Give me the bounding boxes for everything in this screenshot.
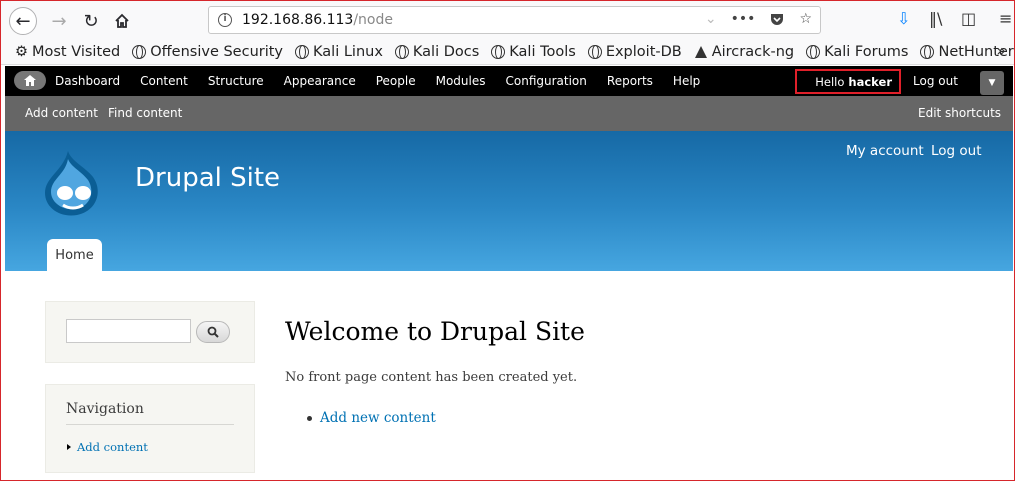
admin-menu: Dashboard Content Structure Appearance P… bbox=[55, 66, 720, 96]
menu-icon[interactable]: ≡ bbox=[999, 9, 1012, 28]
reload-icon: ↻ bbox=[83, 10, 99, 32]
bookmark-kali-tools[interactable]: Kali Tools bbox=[491, 44, 576, 60]
more-bookmarks-button[interactable]: » bbox=[996, 41, 1006, 60]
page-title: Welcome to Drupal Site bbox=[285, 317, 585, 346]
arrow-right-icon: → bbox=[51, 10, 67, 32]
caret-down-icon: ▼ bbox=[988, 78, 996, 88]
admin-home-button[interactable] bbox=[14, 71, 46, 90]
globe-icon bbox=[920, 44, 935, 59]
navigation-block: Navigation Add content bbox=[45, 384, 255, 473]
gear-icon: ⚙ bbox=[15, 43, 28, 60]
forward-button[interactable]: → bbox=[45, 7, 73, 35]
bookmark-exploit-db[interactable]: Exploit-DB bbox=[587, 44, 682, 60]
library-icon[interactable]: ‖\ bbox=[929, 9, 942, 28]
admin-toolbar: Dashboard Content Structure Appearance P… bbox=[5, 66, 1013, 96]
add-new-content-link[interactable]: Add new content bbox=[320, 410, 436, 426]
edit-shortcuts-link[interactable]: Edit shortcuts bbox=[918, 106, 1001, 120]
search-icon bbox=[207, 326, 219, 338]
admin-menu-content[interactable]: Content bbox=[140, 74, 188, 88]
admin-menu-structure[interactable]: Structure bbox=[208, 74, 264, 88]
url-bar[interactable]: i 192.168.86.113/node ⌄ ••• ☆ bbox=[208, 6, 821, 34]
bookmark-aircrack-ng[interactable]: Aircrack-ng bbox=[694, 44, 794, 60]
url-text: 192.168.86.113/node bbox=[242, 12, 393, 28]
add-new-content-item: Add new content bbox=[307, 410, 436, 426]
toolbar-toggle-button[interactable]: ▼ bbox=[980, 71, 1004, 95]
globe-icon bbox=[132, 44, 147, 59]
globe-icon bbox=[394, 44, 409, 59]
shortcut-find-content[interactable]: Find content bbox=[108, 106, 182, 120]
bookmark-kali-linux[interactable]: Kali Linux bbox=[295, 44, 383, 60]
admin-menu-reports[interactable]: Reports bbox=[607, 74, 653, 88]
header-logout-link[interactable]: Log out bbox=[931, 143, 982, 159]
home-button[interactable] bbox=[108, 7, 136, 35]
admin-menu-people[interactable]: People bbox=[376, 74, 416, 88]
tab-home[interactable]: Home bbox=[47, 239, 102, 271]
page-actions-icon[interactable]: ••• bbox=[731, 11, 756, 27]
bookmark-kali-forums[interactable]: Kali Forums bbox=[806, 44, 908, 60]
chevron-down-icon[interactable]: ⌄ bbox=[705, 11, 717, 27]
download-icon[interactable]: ⇩ bbox=[897, 9, 910, 28]
triangle-right-icon bbox=[67, 444, 71, 450]
globe-icon bbox=[491, 44, 506, 59]
username: hacker bbox=[848, 74, 892, 89]
pocket-icon[interactable] bbox=[769, 11, 785, 27]
search-input[interactable] bbox=[66, 319, 191, 343]
bookmark-most-visited[interactable]: ⚙ Most Visited bbox=[15, 44, 120, 60]
admin-menu-help[interactable]: Help bbox=[673, 74, 700, 88]
site-name[interactable]: Drupal Site bbox=[135, 163, 280, 193]
my-account-link[interactable]: My account bbox=[846, 143, 924, 159]
nav-item-add-content[interactable]: Add content bbox=[67, 440, 148, 454]
site-header: Drupal Site My account Log out Home bbox=[5, 131, 1013, 271]
home-icon bbox=[115, 13, 129, 28]
bookmark-offensive-security[interactable]: Offensive Security bbox=[132, 44, 283, 60]
bookmarks-bar: ⚙ Most Visited Offensive Security Kali Li… bbox=[1, 39, 1014, 65]
bullet bbox=[307, 415, 312, 421]
divider bbox=[66, 424, 234, 425]
admin-logout-link[interactable]: Log out bbox=[913, 74, 958, 88]
info-icon[interactable]: i bbox=[218, 13, 232, 27]
back-button[interactable]: ← bbox=[9, 7, 37, 35]
navigation-title: Navigation bbox=[66, 401, 144, 417]
aircrack-icon bbox=[694, 45, 707, 58]
globe-icon bbox=[806, 44, 821, 59]
home-icon bbox=[24, 75, 36, 86]
shortcuts-bar: Add content Find content Edit shortcuts bbox=[5, 96, 1013, 131]
empty-content-message: No front page content has been created y… bbox=[285, 370, 578, 385]
admin-menu-appearance[interactable]: Appearance bbox=[284, 74, 356, 88]
star-icon[interactable]: ☆ bbox=[799, 11, 812, 27]
user-greeting[interactable]: Hello hacker bbox=[795, 69, 901, 94]
admin-menu-configuration[interactable]: Configuration bbox=[506, 74, 587, 88]
reload-button[interactable]: ↻ bbox=[77, 7, 105, 35]
search-block bbox=[45, 301, 255, 363]
admin-menu-dashboard[interactable]: Dashboard bbox=[55, 74, 120, 88]
arrow-left-icon: ← bbox=[15, 10, 31, 32]
admin-menu-modules[interactable]: Modules bbox=[436, 74, 486, 88]
sidebar-icon[interactable]: ◫ bbox=[961, 9, 976, 28]
globe-icon bbox=[587, 44, 602, 59]
browser-toolbar: ← → ↻ i 192.168.86.113/node ⌄ ••• ☆ ⇩ ‖\… bbox=[1, 1, 1014, 39]
search-button[interactable] bbox=[196, 321, 230, 343]
shortcut-add-content[interactable]: Add content bbox=[25, 106, 98, 120]
drupal-logo[interactable] bbox=[41, 149, 103, 217]
bookmark-kali-docs[interactable]: Kali Docs bbox=[394, 44, 479, 60]
globe-icon bbox=[295, 44, 310, 59]
